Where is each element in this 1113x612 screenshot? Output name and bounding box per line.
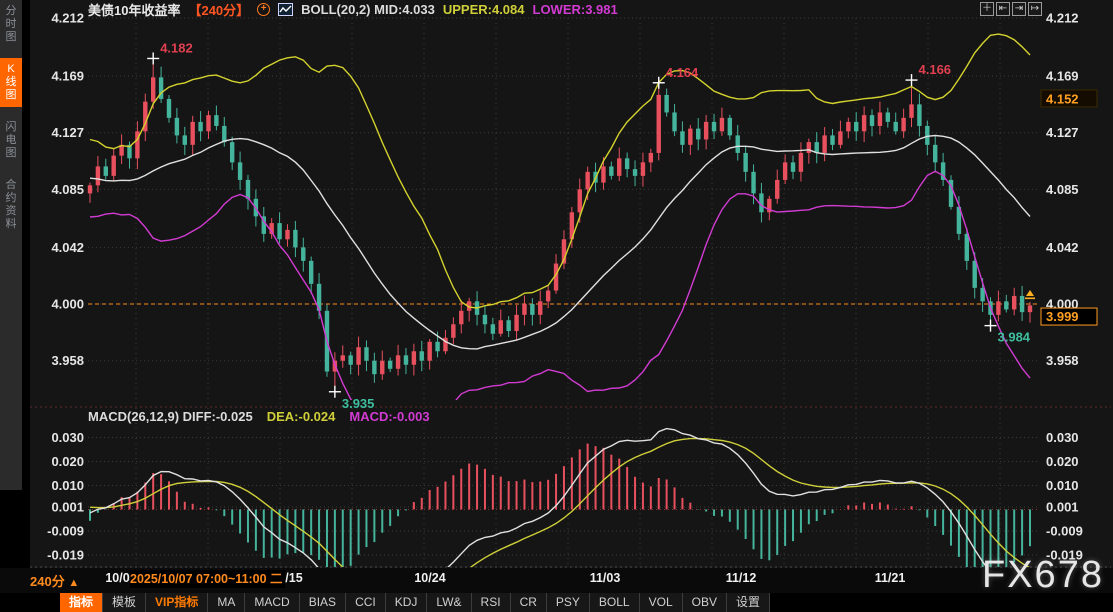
x-axis-label: 11/12: [726, 571, 757, 585]
svg-text:-0.019: -0.019: [47, 548, 84, 563]
svg-text:4.212: 4.212: [51, 11, 84, 26]
macd-value: MACD:-0.003: [349, 409, 429, 424]
extreme-price-label: 4.182: [160, 40, 193, 55]
svg-text:0.001: 0.001: [51, 500, 84, 515]
toolbar-item-KDJ[interactable]: KDJ: [386, 593, 428, 612]
toolbar-item-CR[interactable]: CR: [511, 593, 547, 612]
zoom-in-icon[interactable]: ⇥: [1012, 2, 1026, 16]
svg-text:-0.009: -0.009: [47, 524, 84, 539]
sidebar-tab-2[interactable]: 闪 电 图: [0, 116, 22, 165]
svg-text:3.958: 3.958: [1046, 353, 1079, 368]
last-price-badge: 3.999: [1046, 309, 1079, 324]
bar-info-tooltip: 2025/10/07 07:00~11:00 二: [130, 570, 285, 588]
candlestick-series: [88, 58, 1032, 391]
svg-text:4.169: 4.169: [1046, 69, 1079, 84]
svg-text:4.169: 4.169: [51, 69, 84, 84]
svg-text:4.085: 4.085: [51, 182, 84, 197]
settlement-price-badge: 4.152: [1046, 91, 1079, 106]
toolbar-item-指标[interactable]: 指标: [60, 593, 103, 612]
toolbar-item-BIAS[interactable]: BIAS: [300, 593, 346, 612]
extreme-price-label: 3.984: [998, 330, 1031, 345]
indicator-toolbar: 指标模板VIP指标MAMACDBIASCCIKDJLW&RSICRPSYBOLL…: [60, 593, 770, 612]
instrument-title: 美债10年收益率: [88, 0, 180, 19]
svg-text:3.958: 3.958: [51, 353, 84, 368]
watermark: FX678: [982, 554, 1104, 597]
boll-label: BOLL(20,2): [301, 2, 370, 17]
pan-icon[interactable]: ＋: [980, 2, 994, 16]
bollinger-bands: [90, 34, 1030, 431]
extreme-price-label: 4.164: [666, 65, 699, 80]
chart-type-sidebar: 分 时 图 K 线 图闪 电 图合 约 资 料: [0, 0, 22, 490]
svg-text:4.085: 4.085: [1046, 182, 1079, 197]
sidebar-tab-0[interactable]: 分 时 图: [0, 0, 22, 49]
period-badge[interactable]: 240分 ▲: [30, 571, 79, 590]
svg-text:0.020: 0.020: [51, 454, 84, 469]
extreme-price-label: 4.166: [919, 62, 952, 77]
price-arrow-icon: [1026, 290, 1034, 296]
x-axis-label: 11/03: [590, 571, 621, 585]
boll-upper-value: UPPER:4.084: [443, 2, 525, 17]
svg-text:4.212: 4.212: [1046, 11, 1079, 26]
boll-settings-label: BOLL(20,2) MID:4.033: [301, 2, 435, 17]
toolbar-item-LW&[interactable]: LW&: [427, 593, 471, 612]
macd-header: MACD(26,12,9) DIFF:-0.025 DEA:-0.024 MAC…: [88, 409, 430, 424]
add-indicator-icon[interactable]: +: [257, 3, 270, 16]
candlestick-chart[interactable]: 4.1823.9354.1644.1663.9844.2124.2124.169…: [0, 0, 1113, 592]
svg-text:4.127: 4.127: [1046, 125, 1079, 140]
period-label: 【240分】: [188, 0, 249, 19]
svg-text:0.010: 0.010: [51, 478, 84, 493]
up-triangle-icon: ▲: [68, 577, 79, 589]
svg-text:0.030: 0.030: [51, 430, 84, 445]
toolbar-item-VIP指标[interactable]: VIP指标: [146, 593, 208, 612]
toolbar-item-CCI[interactable]: CCI: [346, 593, 386, 612]
toolbar-item-MA[interactable]: MA: [208, 593, 245, 612]
toolbar-item-OBV[interactable]: OBV: [683, 593, 727, 612]
chart-toolbar-icons: ＋⇤⇥↦: [980, 2, 1042, 16]
x-axis-label: 10/24: [414, 571, 445, 585]
chart-window: 分 时 图 K 线 图闪 电 图合 约 资 料 美债10年收益率 【240分】 +…: [0, 0, 1113, 612]
boll-lower-value: LOWER:3.981: [533, 2, 618, 17]
svg-text:4.042: 4.042: [51, 240, 84, 255]
toolbar-item-模板[interactable]: 模板: [103, 593, 146, 612]
macd-diff-value: MACD(26,12,9) DIFF:-0.025: [88, 409, 253, 424]
pan-right-icon[interactable]: ↦: [1028, 2, 1042, 16]
sidebar-tab-3[interactable]: 合 约 资 料: [0, 174, 22, 236]
toolbar-item-MACD[interactable]: MACD: [245, 593, 299, 612]
toolbar-item-VOL[interactable]: VOL: [640, 593, 683, 612]
sidebar-tab-1[interactable]: K 线 图: [0, 58, 22, 107]
x-axis-label: 11/21: [875, 571, 906, 585]
svg-text:4.000: 4.000: [51, 297, 84, 312]
zoom-out-icon[interactable]: ⇤: [996, 2, 1010, 16]
svg-text:0.001: 0.001: [1046, 500, 1079, 515]
svg-text:0.020: 0.020: [1046, 454, 1079, 469]
period-badge-label: 240分: [30, 574, 65, 589]
svg-text:4.042: 4.042: [1046, 240, 1079, 255]
toolbar-item-RSI[interactable]: RSI: [472, 593, 511, 612]
chart-header: 美债10年收益率 【240分】 + BOLL(20,2) MID:4.033 U…: [88, 1, 618, 17]
toolbar-item-PSY[interactable]: PSY: [547, 593, 590, 612]
svg-text:0.010: 0.010: [1046, 478, 1079, 493]
toolbar-item-BOLL[interactable]: BOLL: [590, 593, 640, 612]
svg-text:-0.009: -0.009: [1046, 524, 1083, 539]
macd-dea-value: DEA:-0.024: [267, 409, 336, 424]
line-chart-icon[interactable]: [278, 3, 293, 16]
svg-text:0.030: 0.030: [1046, 430, 1079, 445]
toolbar-item-设置[interactable]: 设置: [727, 593, 770, 612]
boll-mid-value: MID:4.033: [374, 2, 435, 17]
svg-text:4.127: 4.127: [51, 125, 84, 140]
